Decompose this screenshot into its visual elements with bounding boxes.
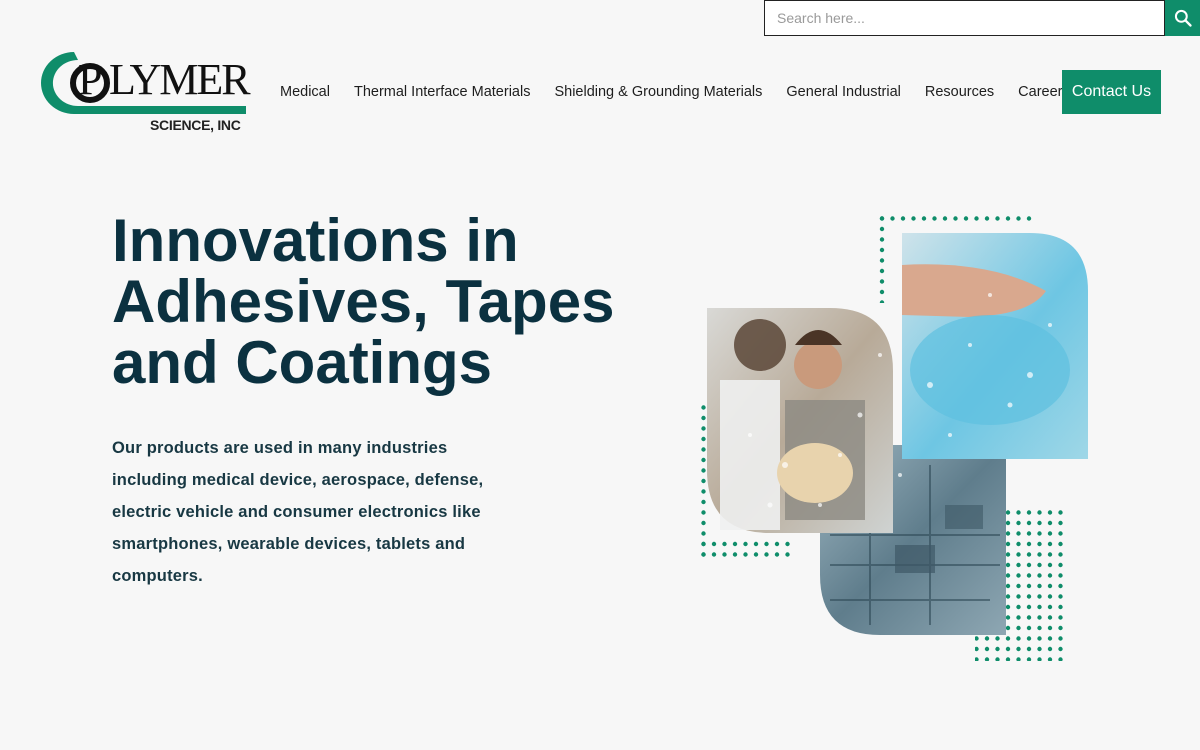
nav-item-thermal-interface-materials[interactable]: Thermal Interface Materials [342,84,542,100]
dot-pattern-top [878,211,1036,221]
hero-title: Innovations in Adhesives, Tapes and Coat… [112,207,615,396]
nav-item-shielding-grounding[interactable]: Shielding & Grounding Materials [542,84,774,100]
search-button[interactable] [1165,0,1200,36]
search-input[interactable] [764,0,1165,36]
logo-subtitle: SCIENCE, INC [150,117,241,133]
main-nav: Medical Thermal Interface Materials Shie… [268,70,1082,114]
hero-image-collage [696,211,1088,661]
dot-pattern-bottom-left [696,539,792,559]
logo[interactable]: P LYMER SCIENCE, INC [38,50,251,136]
contact-us-button[interactable]: Contact Us [1062,70,1161,114]
logo-wordmark: LYMER [109,55,251,104]
logo-letter-p: P [78,55,103,104]
dot-pattern-left [696,403,708,559]
dot-pattern-top-left [878,211,890,303]
search-icon [1174,9,1192,27]
gel-pad-image [902,233,1088,459]
nav-item-resources[interactable]: Resources [913,84,1006,100]
search-bar [764,0,1200,36]
hero-description: Our products are used in many industries… [112,439,484,585]
nav-item-general-industrial[interactable]: General Industrial [774,84,912,100]
doctor-child-image [707,308,893,533]
nav-item-medical[interactable]: Medical [268,84,342,100]
